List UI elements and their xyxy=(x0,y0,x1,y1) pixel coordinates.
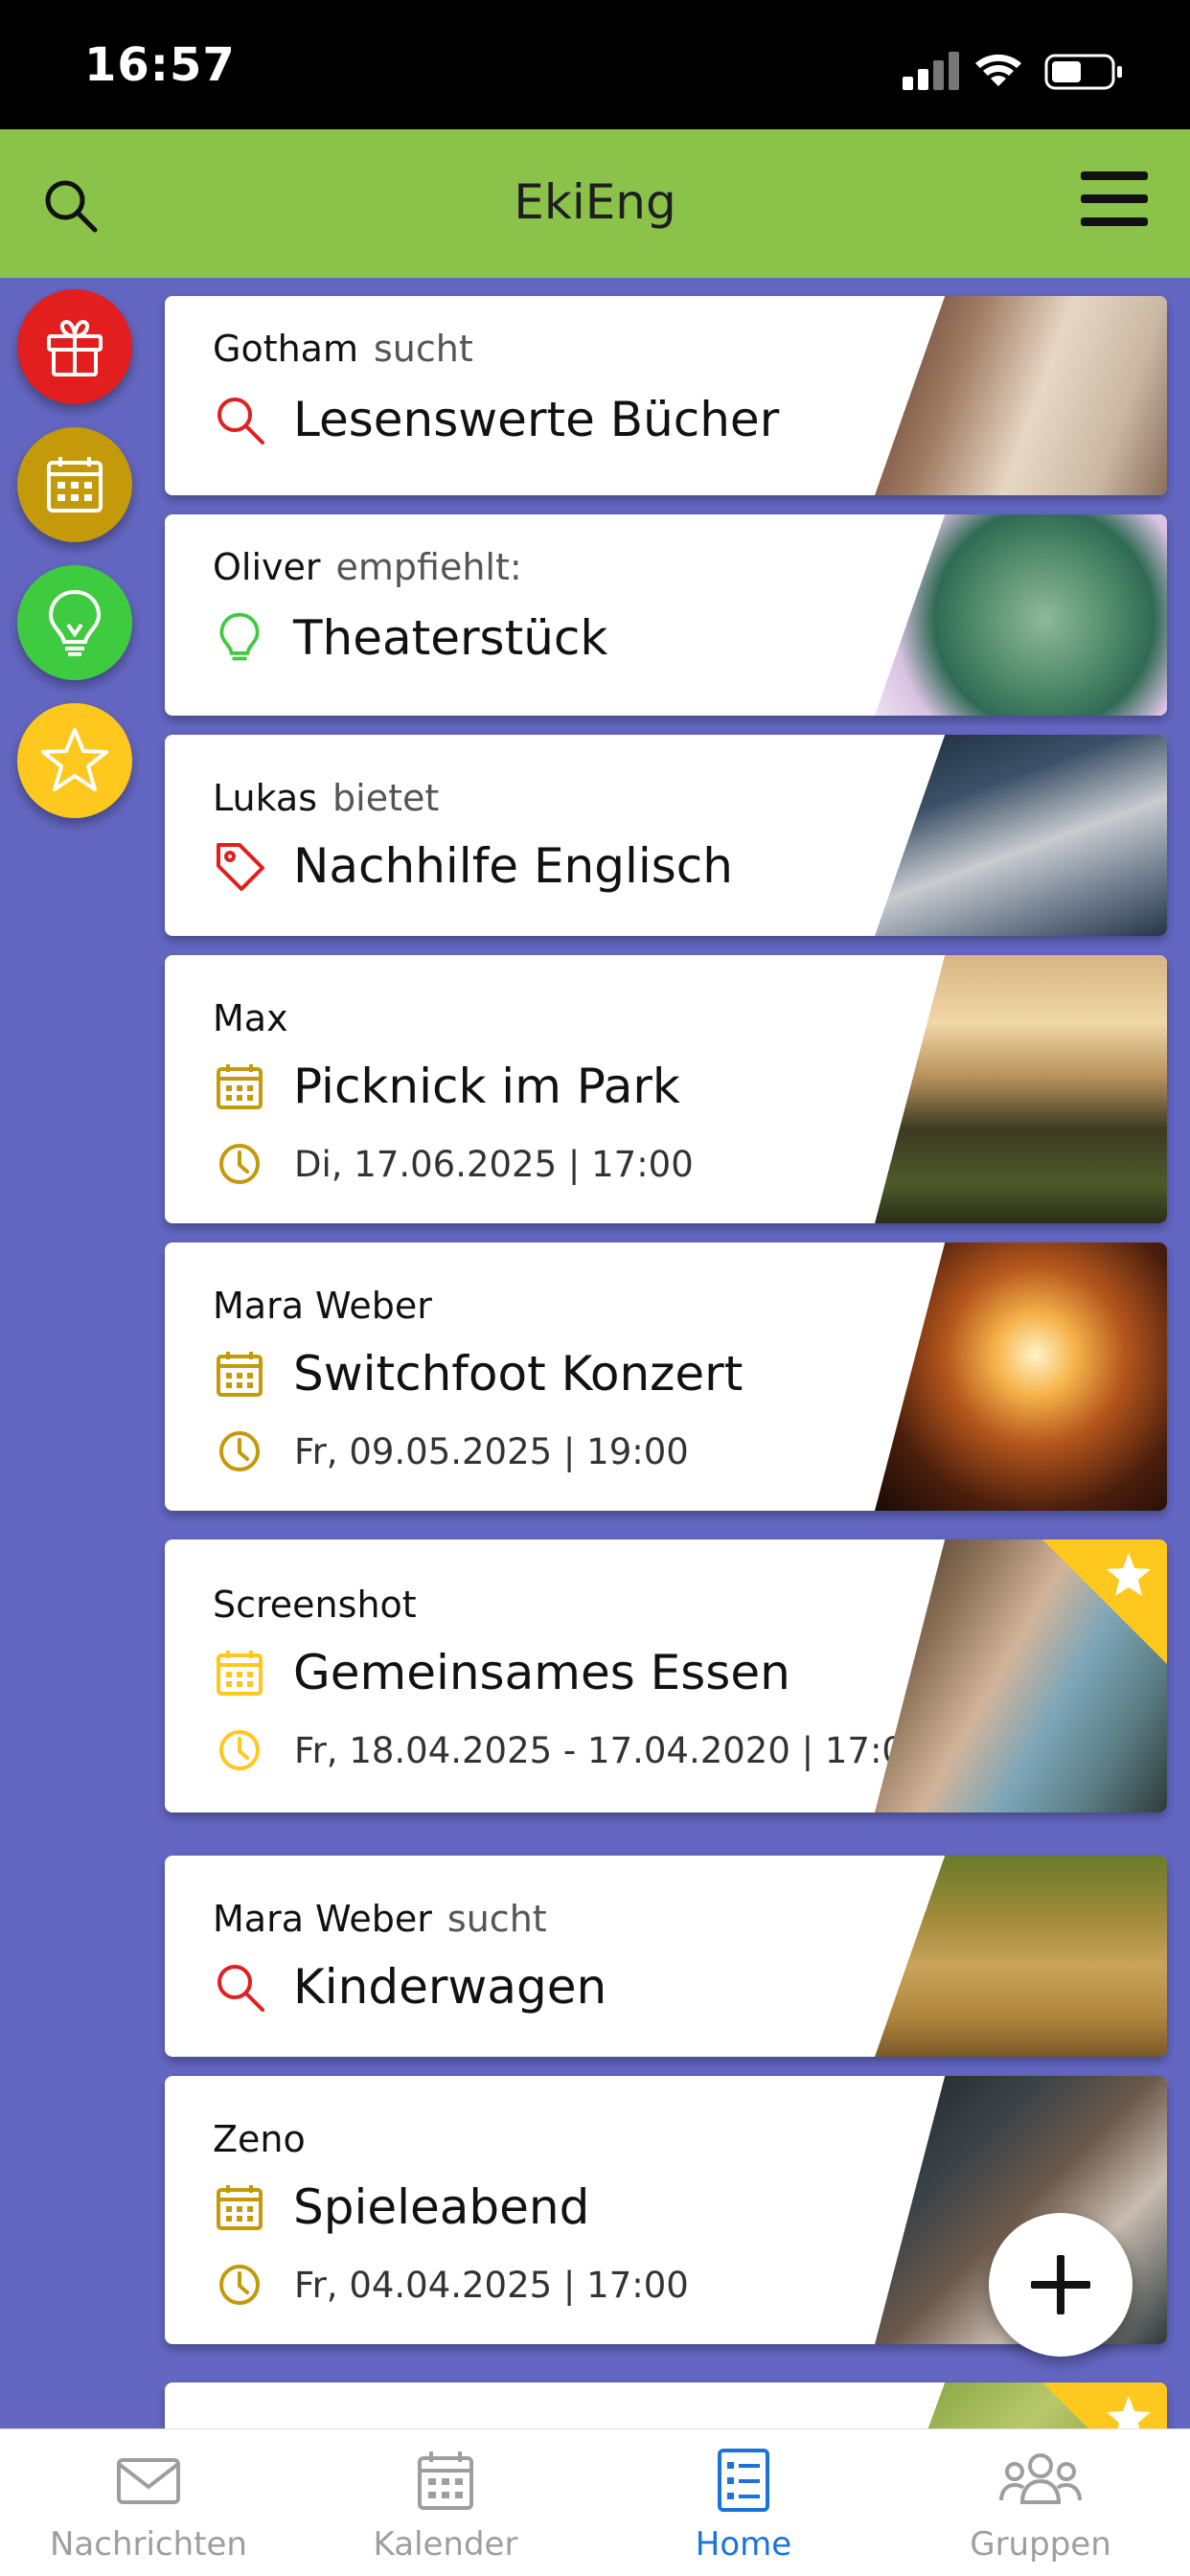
card-title-line: Spieleabend xyxy=(213,2179,589,2235)
clock-icon xyxy=(216,1726,263,1774)
tab-label: Gruppen xyxy=(970,2525,1111,2564)
card-title-line: Lesenswerte Bücher xyxy=(213,392,779,447)
clock-icon xyxy=(216,1427,263,1475)
status-time: 16:57 xyxy=(84,38,236,92)
clock-icon xyxy=(216,1140,263,1188)
card-author: Zeno xyxy=(213,2118,306,2160)
card-title: Nachhilfe Englisch xyxy=(293,838,733,894)
feed-card[interactable]: Mara Weber sucht Kinderwagen xyxy=(165,1856,1167,2057)
tab-gruppen[interactable]: Gruppen xyxy=(892,2429,1189,2576)
card-author-line: Oliver empfiehlt: xyxy=(213,546,522,588)
card-image-concert xyxy=(875,1242,1167,1511)
card-date: Fr, 18.04.2025 - 17.04.2020 | 17:00 xyxy=(294,1729,927,1771)
card-title-line: Gemeinsames Essen xyxy=(213,1645,790,1700)
tab-nachrichten[interactable]: Nachrichten xyxy=(0,2429,297,2576)
card-title: Spieleabend xyxy=(293,2179,590,2235)
card-author: Oliver xyxy=(213,546,321,588)
card-verb: empfiehlt: xyxy=(335,546,522,588)
tab-bar: Nachrichten Kalender Home Gruppen xyxy=(0,2428,1190,2576)
star-icon xyxy=(1107,1553,1151,1596)
feed-card[interactable]: Gotham sucht Lesenswerte Bücher xyxy=(165,296,1167,495)
card-date-line: Fr, 09.05.2025 | 19:00 xyxy=(213,1427,689,1475)
card-title-line: Picknick im Park xyxy=(213,1059,680,1114)
card-author-line: Lukas bietet xyxy=(213,777,439,819)
calendar-icon xyxy=(213,1060,266,1113)
calendar-icon xyxy=(213,1646,266,1699)
tab-kalender[interactable]: Kalender xyxy=(297,2429,594,2576)
card-image-succulent xyxy=(875,514,1167,716)
calendar-icon xyxy=(213,1347,266,1401)
card-title-line: Kinderwagen xyxy=(213,1959,606,2015)
search-icon xyxy=(213,1960,266,2014)
group-icon xyxy=(999,2453,1082,2504)
card-author-line: Mara Weber xyxy=(213,1285,432,1327)
card-author: Mara Weber xyxy=(213,1898,432,1940)
card-author: Lukas xyxy=(213,777,318,819)
feed-card[interactable]: Lukas bietet Nachhilfe Englisch xyxy=(165,735,1167,936)
card-image-picnic xyxy=(875,955,1167,1223)
card-date: Fr, 09.05.2025 | 19:00 xyxy=(294,1430,689,1472)
tab-label: Nachrichten xyxy=(50,2525,247,2564)
calendar-icon xyxy=(418,2451,473,2510)
card-author-line: Zeno xyxy=(213,2118,306,2160)
card-image-books xyxy=(875,296,1167,495)
mail-icon xyxy=(117,2458,180,2504)
card-title: Kinderwagen xyxy=(293,1959,607,2015)
card-author-line: Screenshot xyxy=(213,1584,417,1626)
feed-card[interactable] xyxy=(165,2382,1167,2428)
card-author-line: Max xyxy=(213,997,288,1039)
card-verb: sucht xyxy=(446,1898,547,1940)
tag-icon xyxy=(213,839,266,893)
card-title: Lesenswerte Bücher xyxy=(293,392,780,447)
feed-card[interactable]: Mara Weber Switchfoot Konzert Fr, 09.05.… xyxy=(165,1242,1167,1511)
signal-icon xyxy=(903,52,959,90)
card-author-line: Mara Weber sucht xyxy=(213,1898,547,1940)
feed-card[interactable]: Oliver empfiehlt: Theaterstück xyxy=(165,514,1167,716)
card-title: Picknick im Park xyxy=(293,1059,680,1114)
card-date: Di, 17.06.2025 | 17:00 xyxy=(294,1143,694,1185)
card-date-line: Di, 17.06.2025 | 17:00 xyxy=(213,1140,694,1188)
list-icon xyxy=(718,2449,769,2512)
card-date: Fr, 04.04.2025 | 17:00 xyxy=(294,2264,689,2306)
page-title: EkiEng xyxy=(514,174,676,230)
tab-label: Home xyxy=(695,2525,792,2564)
card-date-line: Fr, 18.04.2025 - 17.04.2020 | 17:00 xyxy=(213,1726,927,1774)
tab-label: Kalender xyxy=(373,2525,518,2564)
star-icon xyxy=(1107,2396,1151,2428)
card-title: Theaterstück xyxy=(293,610,608,666)
card-date-line: Fr, 04.04.2025 | 17:00 xyxy=(213,2261,689,2309)
card-title: Switchfoot Konzert xyxy=(293,1346,744,1402)
status-bar: 16:57 xyxy=(0,0,1190,129)
card-title-line: Switchfoot Konzert xyxy=(213,1346,743,1402)
card-author-line: Gotham sucht xyxy=(213,328,473,370)
plus-icon xyxy=(1031,2255,1090,2314)
card-author: Mara Weber xyxy=(213,1285,432,1327)
lightbulb-icon xyxy=(213,611,266,665)
battery-icon xyxy=(1044,54,1122,90)
card-image-stroller xyxy=(875,1856,1167,2057)
calendar-icon xyxy=(213,2180,266,2234)
wifi-icon xyxy=(975,54,1021,86)
add-button[interactable] xyxy=(989,2213,1133,2357)
card-title-line: Nachhilfe Englisch xyxy=(213,838,733,894)
clock-icon xyxy=(216,2261,263,2309)
card-verb: sucht xyxy=(373,328,473,370)
status-icons xyxy=(903,52,1122,90)
search-icon xyxy=(213,393,266,446)
card-title: Gemeinsames Essen xyxy=(293,1645,790,1700)
feed-card[interactable]: Screenshot Gemeinsames Essen Fr, 18.04.2… xyxy=(165,1539,1167,1812)
card-title-line: Theaterstück xyxy=(213,610,607,666)
app-header: EkiEng xyxy=(0,129,1190,278)
feed-card[interactable]: Max Picknick im Park Di, 17.06.2025 | 17… xyxy=(165,955,1167,1223)
card-author: Gotham xyxy=(213,328,358,370)
tab-home[interactable]: Home xyxy=(595,2429,892,2576)
card-author: Max xyxy=(213,997,288,1039)
hamburger-menu-icon[interactable] xyxy=(1079,166,1150,233)
card-verb: bietet xyxy=(332,777,440,819)
card-author: Screenshot xyxy=(213,1584,417,1626)
feed-list[interactable]: Gotham sucht Lesenswerte Bücher Oliver emp… xyxy=(0,278,1190,2428)
card-image-tutoring xyxy=(875,735,1167,936)
